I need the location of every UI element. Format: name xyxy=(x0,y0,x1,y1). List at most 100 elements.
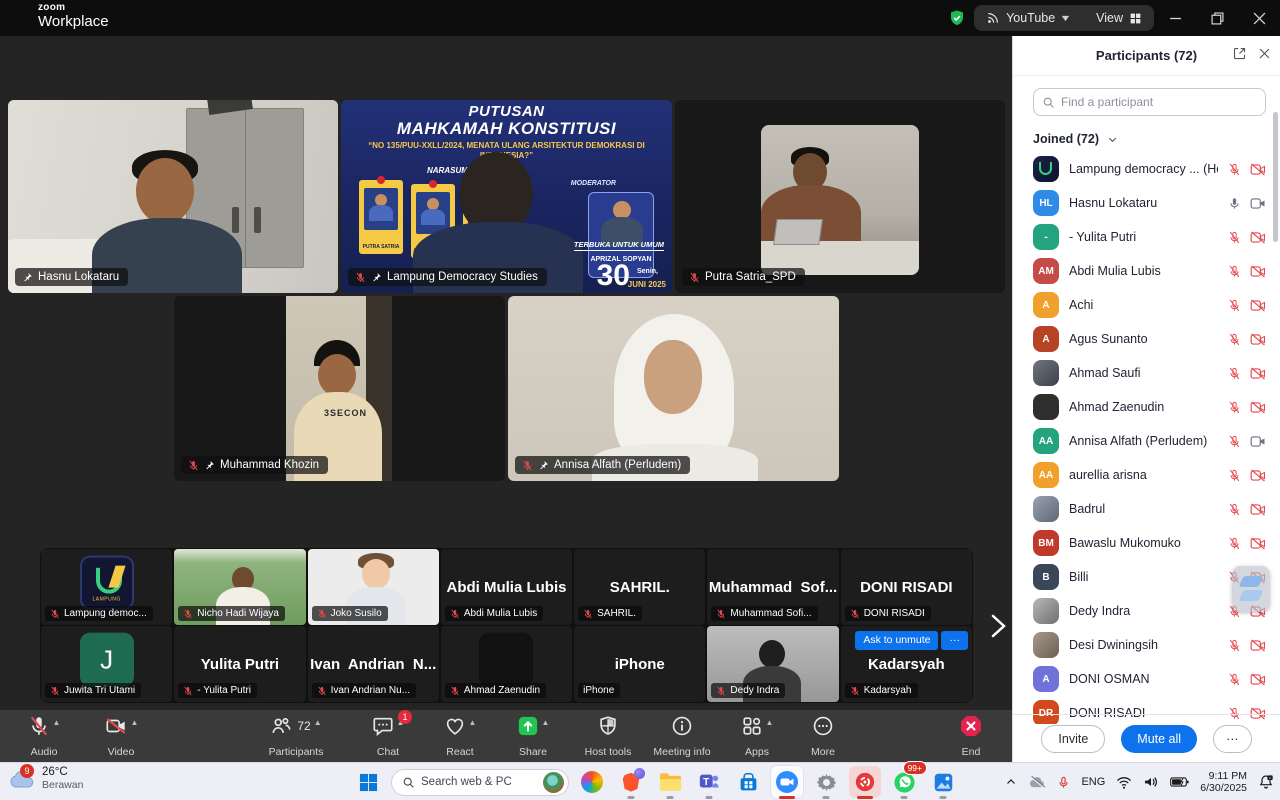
search-icon xyxy=(402,776,415,789)
brave-icon[interactable] xyxy=(615,766,647,798)
participant-row[interactable]: Desi Dwiningsih xyxy=(1013,628,1280,662)
copilot-icon[interactable] xyxy=(576,766,608,798)
microsoft-store-icon[interactable] xyxy=(732,766,764,798)
host-tools-button[interactable]: Host tools xyxy=(572,714,644,758)
wifi-icon[interactable] xyxy=(1116,776,1132,789)
share-chevron-icon[interactable]: ▲ xyxy=(542,718,550,727)
react-button[interactable]: ▲ React xyxy=(424,714,496,758)
filmstrip-tile[interactable]: LAMPUNG iPhone iPho xyxy=(574,626,705,702)
video-tile-khozin[interactable]: 3SECON Muhammad Khozin xyxy=(174,296,505,481)
weather-temp: 26°C xyxy=(42,766,83,779)
share-button[interactable]: ▲ Share xyxy=(497,714,569,758)
zoom-app-icon[interactable] xyxy=(771,766,803,798)
settings-icon[interactable] xyxy=(810,766,842,798)
restore-button[interactable] xyxy=(1196,0,1238,36)
audio-button[interactable]: ▲ Audio xyxy=(8,714,80,758)
video-tile-annisa[interactable]: Annisa Alfath (Perludem) xyxy=(508,296,839,481)
filmstrip-tile[interactable]: LAMPUNG Joko Susil xyxy=(308,549,439,625)
apps-chevron-icon[interactable]: ▲ xyxy=(766,718,774,727)
participant-name: Bawaslu Mukomuko xyxy=(1069,536,1218,550)
filmstrip-tile[interactable]: LAMPUNG SAHRIL. SAH xyxy=(574,549,705,625)
video-tile-putra[interactable]: Putra Satria_SPD xyxy=(675,100,1005,293)
participant-row[interactable]: Ahmad Saufi xyxy=(1013,356,1280,390)
close-panel-icon[interactable] xyxy=(1257,46,1272,61)
filmstrip-tile[interactable]: LAMPUNG DONI RISADI xyxy=(841,549,972,625)
participant-row[interactable]: A Agus Sunanto xyxy=(1013,322,1280,356)
filmstrip-tile[interactable]: LAMPUNG Lampung de xyxy=(41,549,172,625)
recorder-app-icon[interactable] xyxy=(849,766,881,798)
find-participant-input[interactable]: Find a participant xyxy=(1033,88,1266,116)
ask-to-unmute-button[interactable]: Ask to unmute xyxy=(855,631,938,650)
participant-row[interactable]: AA aurellia arisna xyxy=(1013,458,1280,492)
panel-more-button[interactable]: ··· xyxy=(1213,725,1252,753)
onedrive-icon[interactable] xyxy=(1028,775,1046,789)
popout-icon[interactable] xyxy=(1232,46,1247,61)
filmstrip-tile[interactable]: LAMPUNG Ahmad Zaen xyxy=(441,626,572,702)
filmstrip-tile[interactable]: LAMPUNG J Juwita Tr xyxy=(41,626,172,702)
close-button[interactable] xyxy=(1238,0,1280,36)
participants-chevron-icon[interactable]: ▲ xyxy=(314,718,322,727)
whatsapp-icon[interactable]: 99+ xyxy=(888,766,920,798)
meeting-info-button[interactable]: Meeting info xyxy=(646,714,718,758)
filmstrip-tile[interactable]: LAMPUNG Dedy Indra xyxy=(707,626,838,702)
participant-row[interactable]: A DONI OSMAN xyxy=(1013,662,1280,696)
view-grid-icon[interactable] xyxy=(1129,12,1142,25)
participant-row[interactable]: AA Annisa Alfath (Perludem) xyxy=(1013,424,1280,458)
youtube-chevron-icon[interactable]: ▼ xyxy=(1059,13,1071,23)
filmstrip-tile[interactable]: LAMPUNG Yulita Putri xyxy=(174,626,305,702)
filmstrip-tile[interactable]: LAMPUNG Abdi Mulia Lubis xyxy=(441,549,572,625)
file-explorer-icon[interactable] xyxy=(654,766,686,798)
filmstrip-tile[interactable]: LAMPUNG Ivan Andrian N... xyxy=(308,626,439,702)
chat-button[interactable]: 1 ▲ Chat xyxy=(352,714,424,758)
next-page-arrow[interactable] xyxy=(984,612,1012,640)
filmstrip-tile[interactable]: LAMPUNG Muhammad Sof... xyxy=(707,549,838,625)
participant-row[interactable]: HL Hasnu Lokataru xyxy=(1013,186,1280,220)
taskbar-clock[interactable]: 9:11 PM 6/30/2025 xyxy=(1200,770,1247,795)
invite-button[interactable]: Invite xyxy=(1041,725,1105,753)
camera-on-icon xyxy=(1250,435,1266,448)
video-tile-hasnu[interactable]: Hasnu Lokataru xyxy=(8,100,338,293)
camera-off-icon xyxy=(1250,367,1266,380)
participant-row[interactable]: A Achi xyxy=(1013,288,1280,322)
weather-widget[interactable]: 9 26°C Berawan xyxy=(8,766,83,791)
participant-row[interactable]: AM Abdi Mulia Lubis xyxy=(1013,254,1280,288)
filmstrip-tile[interactable]: LAMPUNG Kadarsyah Ask to unmute ··· xyxy=(841,626,972,702)
react-chevron-icon[interactable]: ▲ xyxy=(469,718,477,727)
battery-icon[interactable] xyxy=(1170,776,1189,788)
audio-chevron-icon[interactable]: ▲ xyxy=(53,718,61,727)
speaker-card-1: PUTRA SATRIA xyxy=(359,180,403,254)
tile-more-button[interactable]: ··· xyxy=(941,631,968,650)
participant-row[interactable]: - - Yulita Putri xyxy=(1013,220,1280,254)
photos-icon[interactable] xyxy=(927,766,959,798)
youtube-stream-label[interactable]: YouTube xyxy=(1006,11,1055,25)
participant-row[interactable]: Lampung democracy ... (Host, me) xyxy=(1013,152,1280,186)
minimize-button[interactable] xyxy=(1154,0,1196,36)
security-shield-icon[interactable] xyxy=(948,9,966,27)
notification-bell-icon[interactable]: z xyxy=(1258,774,1274,790)
floating-widget[interactable] xyxy=(1232,566,1270,612)
more-button[interactable]: More xyxy=(787,714,859,758)
taskbar-search-input[interactable]: Search web & PC xyxy=(391,769,569,796)
mute-all-button[interactable]: Mute all xyxy=(1121,725,1197,753)
participant-name-label: Kadarsyah xyxy=(845,683,918,698)
participant-row[interactable]: Badrul xyxy=(1013,492,1280,526)
tray-expand-icon[interactable] xyxy=(1005,776,1017,788)
end-button[interactable]: End xyxy=(935,714,1007,758)
video-button[interactable]: ▲ Video xyxy=(85,714,157,758)
teams-icon[interactable]: T xyxy=(693,766,725,798)
start-button[interactable] xyxy=(352,766,384,798)
panel-scrollbar[interactable] xyxy=(1273,112,1278,242)
video-tile-lampung[interactable]: PUTUSAN MAHKAMAH KONSTITUSI “NO 135/PUU-… xyxy=(341,100,672,293)
view-button[interactable]: View xyxy=(1096,11,1123,25)
filmstrip-tile[interactable]: LAMPUNG Nicho Hadi xyxy=(174,549,305,625)
participants-button[interactable]: 72 ▲ Participants xyxy=(253,714,339,758)
participant-row[interactable]: BM Bawaslu Mukomuko xyxy=(1013,526,1280,560)
speaker-icon[interactable] xyxy=(1143,775,1159,789)
joined-section-header[interactable]: Joined (72) xyxy=(1033,132,1118,146)
share-screen-icon xyxy=(517,715,539,737)
language-indicator[interactable]: ENG xyxy=(1081,776,1105,788)
video-chevron-icon[interactable]: ▲ xyxy=(131,718,139,727)
mic-in-use-icon[interactable] xyxy=(1057,775,1070,790)
apps-button[interactable]: ▲ Apps xyxy=(721,714,793,758)
participant-row[interactable]: Ahmad Zaenudin xyxy=(1013,390,1280,424)
